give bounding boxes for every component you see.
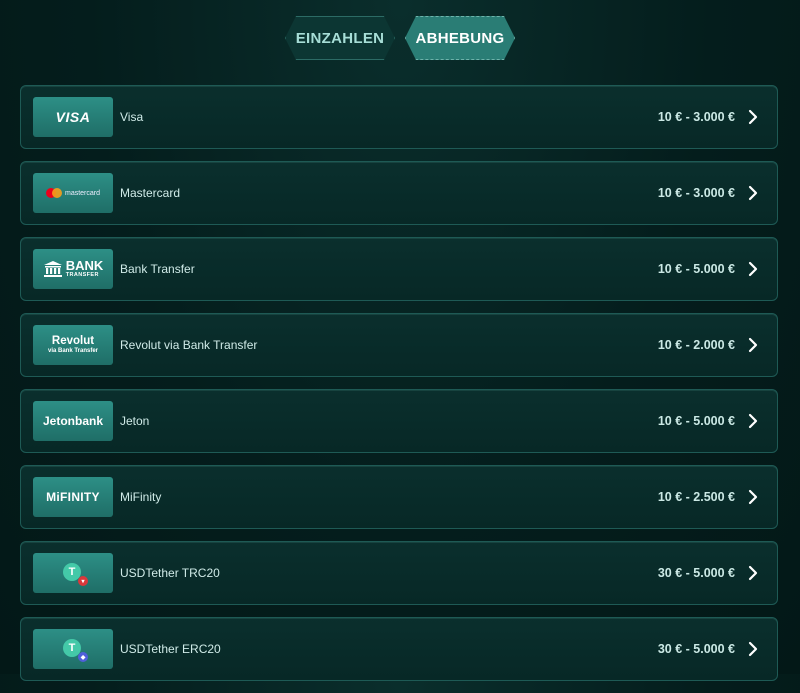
chevron-right-icon xyxy=(748,565,758,581)
chevron-right-icon xyxy=(748,337,758,353)
method-limits: 10 € - 5.000 € xyxy=(657,262,735,276)
mastercard-logo-text: mastercard xyxy=(64,189,100,197)
payment-method-jeton[interactable]: Jetonbank Jeton 10 € - 5.000 € xyxy=(20,389,778,453)
payment-method-revolut[interactable]: Revolut via Bank Transfer Revolut via Ba… xyxy=(20,313,778,377)
payment-method-visa[interactable]: VISA Visa 10 € - 3.000 € xyxy=(20,85,778,149)
method-name: USDTether ERC20 xyxy=(120,642,221,656)
payment-method-mastercard[interactable]: mastercard Mastercard 10 € - 3.000 € xyxy=(20,161,778,225)
jetonbank-logo: Jetonbank xyxy=(33,401,113,441)
bank-logo-subtext: TRANSFER xyxy=(65,272,99,279)
chevron-right-icon xyxy=(748,641,758,657)
method-name: Bank Transfer xyxy=(120,262,195,276)
method-name: Mastercard xyxy=(120,186,181,200)
chevron-right-icon xyxy=(748,185,758,201)
chevron-right-icon xyxy=(748,109,758,125)
method-name: MiFinity xyxy=(120,490,162,504)
method-name: Revolut via Bank Transfer xyxy=(120,338,258,352)
usdt-erc20-logo: T ◆ xyxy=(33,629,113,669)
tether-erc20-icon: T ◆ xyxy=(63,639,88,662)
method-limits: 30 € - 5.000 € xyxy=(657,642,735,656)
bank-building-icon xyxy=(43,261,62,277)
bank-logo-text: BANK xyxy=(65,258,104,274)
method-limits: 10 € - 3.000 € xyxy=(657,186,735,200)
payment-method-list: VISA Visa 10 € - 3.000 € mastercard Mast… xyxy=(20,85,778,693)
method-limits: 10 € - 2.000 € xyxy=(657,338,735,352)
chevron-right-icon xyxy=(748,413,758,429)
bank-transfer-logo: BANK TRANSFER xyxy=(33,249,113,289)
payment-method-mifinity[interactable]: MiFINITY MiFinity 10 € - 2.500 € xyxy=(20,465,778,529)
mastercard-logo: mastercard xyxy=(33,173,113,213)
payment-method-usdt-trc20[interactable]: T ▾ USDTether TRC20 30 € - 5.000 € xyxy=(20,541,778,605)
method-limits: 30 € - 5.000 € xyxy=(657,566,735,580)
revolut-logo: Revolut via Bank Transfer xyxy=(33,325,113,365)
method-name: Jeton xyxy=(120,414,150,428)
payment-method-bank-transfer[interactable]: BANK TRANSFER Bank Transfer 10 € - 5.000… xyxy=(20,237,778,301)
usdt-trc20-logo: T ▾ xyxy=(33,553,113,593)
payment-method-usdt-erc20[interactable]: T ◆ USDTether ERC20 30 € - 5.000 € xyxy=(20,617,778,681)
method-limits: 10 € - 3.000 € xyxy=(657,110,735,124)
chevron-right-icon xyxy=(748,489,758,505)
mastercard-circles-icon xyxy=(45,188,62,198)
tab-abhebung[interactable]: ABHEBUNG xyxy=(405,16,515,60)
method-limits: 10 € - 5.000 € xyxy=(657,414,735,428)
tether-trc20-icon: T ▾ xyxy=(63,563,88,586)
revolut-logo-subtext: via Bank Transfer xyxy=(47,348,99,355)
revolut-logo-text: Revolut xyxy=(51,334,95,347)
visa-logo: VISA xyxy=(33,97,113,137)
payment-tabs: EINZAHLEN ABHEBUNG xyxy=(0,16,800,60)
chevron-right-icon xyxy=(748,261,758,277)
method-name: Visa xyxy=(120,110,144,124)
mifinity-logo: MiFINITY xyxy=(33,477,113,517)
method-limits: 10 € - 2.500 € xyxy=(657,490,735,504)
tab-einzahlen[interactable]: EINZAHLEN xyxy=(285,16,395,60)
method-name: USDTether TRC20 xyxy=(120,566,220,580)
